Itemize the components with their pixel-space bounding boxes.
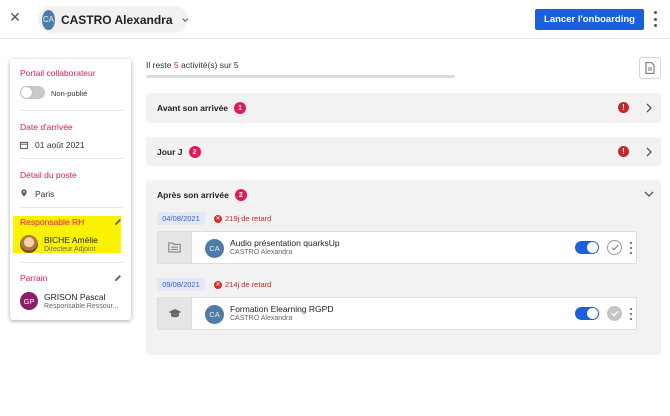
section-count-badge: 2 <box>234 189 247 201</box>
activity-title: Formation Elearning RGPD <box>230 304 334 314</box>
folder-icon <box>168 242 181 253</box>
activity-assignee: CASTRO Alexandra <box>230 315 293 322</box>
chevron-down-icon[interactable] <box>644 190 654 198</box>
document-icon <box>645 62 655 74</box>
arrival-date-title: Date d'arrivée <box>20 122 73 132</box>
edit-sponsor-pencil-icon[interactable] <box>114 274 122 282</box>
remaining-suffix: activité(s) sur 5 <box>181 60 239 70</box>
activity-more-icon[interactable] <box>629 308 633 320</box>
late-x-icon: ✕ <box>214 214 222 223</box>
user-avatar: CA <box>42 9 55 30</box>
activity-due-date: 04/08/2021 <box>157 212 205 225</box>
chevron-right-icon[interactable] <box>645 147 653 157</box>
section-title: Avant son arrivée <box>157 103 229 113</box>
hr-manager-name: BICHE Amélie <box>44 235 98 245</box>
launch-onboarding-button[interactable]: Lancer l'onboarding <box>535 9 644 30</box>
section-title: Après son arrivée <box>157 190 229 200</box>
section-before-arrival[interactable]: Avant son arrivée 1 ! <box>146 93 661 123</box>
late-x-icon: ✕ <box>214 280 222 289</box>
activity-enabled-toggle[interactable] <box>575 241 599 254</box>
remaining-prefix: Il reste <box>146 60 172 70</box>
activity-card[interactable]: CA Formation Elearning RGPD CASTRO Alexa… <box>157 297 637 330</box>
activity-title: Audio présentation quarksUp <box>230 238 340 248</box>
section-count-badge: 2 <box>188 146 201 158</box>
late-text: 219j de retard <box>225 214 272 223</box>
activity-enabled-toggle[interactable] <box>575 307 599 320</box>
sponsor-name: GRISON Pascal <box>44 292 106 302</box>
sponsor-role: Responsable Ressour... <box>44 303 119 310</box>
complete-check-icon[interactable] <box>607 240 622 255</box>
late-indicator: ✕ 219j de retard <box>214 214 271 223</box>
close-icon[interactable]: ✕ <box>9 11 21 25</box>
activity-type-box <box>158 232 192 263</box>
assignee-avatar: CA <box>205 305 224 324</box>
activity-assignee: CASTRO Alexandra <box>230 249 293 256</box>
portal-title: Portail collaborateur <box>20 68 96 78</box>
user-selector[interactable]: CA CASTRO Alexandra <box>38 6 188 33</box>
hr-manager-avatar <box>20 235 38 253</box>
activity-more-icon[interactable] <box>629 242 633 254</box>
sponsor-title: Parrain <box>20 273 48 283</box>
publish-status-label: Non-publié <box>51 89 88 98</box>
warning-icon: ! <box>618 146 629 157</box>
position-location: Paris <box>35 189 55 199</box>
more-menu-icon[interactable] <box>650 11 660 27</box>
activity-type-box <box>158 298 192 329</box>
section-count-badge: 1 <box>234 102 247 114</box>
chevron-down-icon <box>181 17 188 22</box>
activity-card[interactable]: CA Audio présentation quarksUp CASTRO Al… <box>157 231 637 264</box>
complete-check-icon[interactable] <box>607 306 622 321</box>
remaining-count: 5 <box>173 60 179 70</box>
sponsor-avatar: GP <box>20 292 38 310</box>
warning-icon: ! <box>618 102 629 113</box>
late-text: 214j de retard <box>225 280 272 289</box>
section-day-one[interactable]: Jour J 2 ! <box>146 137 661 166</box>
edit-hr-pencil-icon[interactable] <box>114 218 122 226</box>
section-after-arrival: Après son arrivée 2 04/08/2021 ✕ 219j de… <box>146 180 661 355</box>
remaining-activities-text: Il reste 5 activité(s) sur 5 <box>146 60 239 70</box>
position-title: Détail du poste <box>20 170 77 180</box>
section-header[interactable]: Après son arrivée 2 <box>157 189 247 201</box>
publish-toggle[interactable] <box>20 86 45 99</box>
section-title: Jour J <box>157 147 183 157</box>
top-bar: ✕ CA CASTRO Alexandra Lancer l'onboardin… <box>0 0 670 39</box>
hr-manager-title: Responsable RH <box>20 217 85 227</box>
late-indicator: ✕ 214j de retard <box>214 280 271 289</box>
arrival-date-value: 01 août 2021 <box>35 140 85 150</box>
graduation-cap-icon <box>168 309 181 318</box>
assignee-avatar: CA <box>205 239 224 258</box>
user-name: CASTRO Alexandra <box>60 12 173 27</box>
hr-manager-role: Directeur Adjoint <box>44 246 96 253</box>
calendar-icon <box>20 141 28 149</box>
export-document-button[interactable] <box>639 57 661 79</box>
location-pin-icon <box>21 189 27 197</box>
activity-due-date: 09/08/2021 <box>157 278 205 291</box>
chevron-right-icon[interactable] <box>645 103 653 113</box>
progress-bar <box>146 75 455 78</box>
employee-detail-panel: Portail collaborateur Non-publié Date d'… <box>10 59 131 320</box>
